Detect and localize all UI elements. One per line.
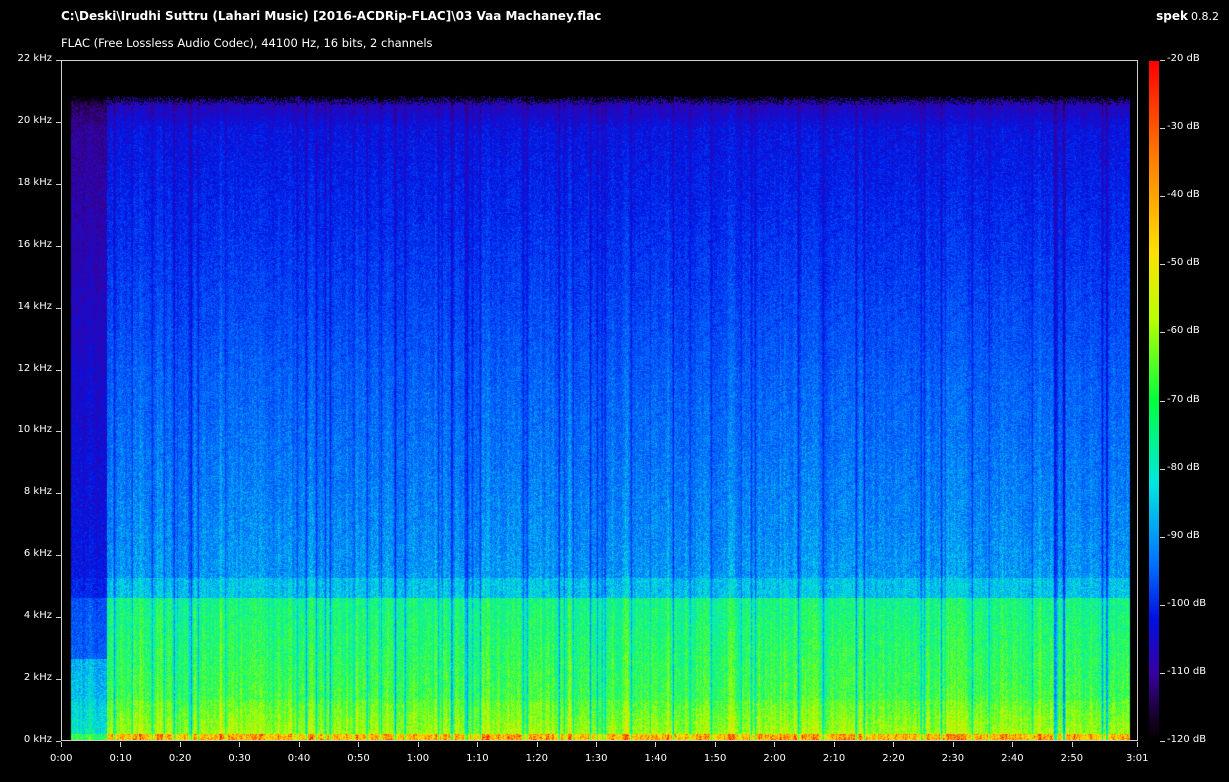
app-version: 0.8.2 xyxy=(1191,10,1219,23)
db-tick xyxy=(1160,264,1165,266)
frequency-tick xyxy=(56,493,61,495)
frequency-tick-label: 10 kHz xyxy=(17,424,52,436)
db-color-scale xyxy=(1149,61,1159,741)
db-tick xyxy=(1160,604,1165,606)
db-tick-label: -90 dB xyxy=(1167,529,1200,541)
db-tick xyxy=(1160,536,1165,538)
db-tick-label: -120 dB xyxy=(1167,734,1207,745)
db-tick xyxy=(1160,60,1165,61)
time-tick-label: 0:30 xyxy=(228,753,251,764)
frequency-tick-label: 12 kHz xyxy=(17,362,52,374)
time-tick xyxy=(893,742,895,747)
time-tick xyxy=(477,742,479,747)
format-info: FLAC (Free Lossless Audio Codec), 44100 … xyxy=(61,36,433,50)
time-tick-label: 0:00 xyxy=(50,753,73,764)
time-tick xyxy=(1137,742,1138,747)
db-tick-label: -30 dB xyxy=(1167,121,1200,133)
time-tick-label: 2:10 xyxy=(822,753,846,764)
time-tick xyxy=(952,742,954,747)
app-name: spek xyxy=(1156,9,1188,23)
frequency-tick-label: 14 kHz xyxy=(17,300,52,312)
time-tick xyxy=(833,742,835,747)
frequency-tick xyxy=(56,369,61,371)
time-tick xyxy=(417,742,419,747)
frequency-tick-label: 2 kHz xyxy=(23,672,52,684)
db-tick xyxy=(1160,741,1165,742)
db-tick xyxy=(1160,128,1165,130)
db-tick-label: -60 dB xyxy=(1167,325,1200,337)
app-branding: spek 0.8.2 xyxy=(1156,9,1219,23)
frequency-tick xyxy=(56,307,61,309)
time-tick-label: 0:20 xyxy=(168,753,192,764)
frequency-tick-label: 8 kHz xyxy=(23,486,52,498)
frequency-tick-label: 20 kHz xyxy=(17,114,52,126)
db-tick-label: -100 dB xyxy=(1167,597,1207,609)
frequency-tick-label: 22 kHz xyxy=(17,53,52,64)
frequency-tick-label: 4 kHz xyxy=(23,610,52,622)
time-tick-label: 2:50 xyxy=(1060,753,1084,764)
time-tick-label: 0:50 xyxy=(347,753,370,764)
frequency-tick xyxy=(56,60,61,61)
time-tick xyxy=(774,742,776,747)
time-tick-label: 1:20 xyxy=(525,753,549,764)
time-tick-label: 2:20 xyxy=(882,753,905,764)
db-tick-label: -40 dB xyxy=(1167,189,1200,201)
time-tick xyxy=(1071,742,1073,747)
frequency-tick xyxy=(56,183,61,185)
frequency-tick xyxy=(56,679,61,681)
time-tick xyxy=(120,742,122,747)
frequency-tick xyxy=(56,617,61,619)
time-tick xyxy=(1012,742,1014,747)
time-tick-label: 1:40 xyxy=(644,753,667,764)
db-tick-label: -50 dB xyxy=(1167,257,1200,269)
time-tick xyxy=(655,742,657,747)
time-tick-label: 2:40 xyxy=(1001,753,1024,764)
file-path-title: C:\Deski\Irudhi Suttru (Lahari Music) [2… xyxy=(61,9,602,23)
db-tick xyxy=(1160,196,1165,198)
spectrogram-frame xyxy=(61,60,1138,741)
frequency-tick xyxy=(56,555,61,557)
frequency-tick-label: 0 kHz xyxy=(23,734,52,745)
frequency-tick xyxy=(56,245,61,247)
time-tick-label: 3:01 xyxy=(1126,753,1149,764)
time-tick xyxy=(714,742,716,747)
time-tick xyxy=(358,742,360,747)
time-tick xyxy=(239,742,241,747)
time-tick-label: 1:30 xyxy=(585,753,608,764)
db-tick-label: -110 dB xyxy=(1167,665,1207,677)
frequency-tick-label: 6 kHz xyxy=(23,548,52,560)
frequency-tick-label: 18 kHz xyxy=(17,176,52,188)
time-tick-label: 1:10 xyxy=(466,753,489,764)
db-tick xyxy=(1160,672,1165,674)
time-tick-label: 2:00 xyxy=(763,753,786,764)
time-tick xyxy=(596,742,598,747)
db-tick xyxy=(1160,332,1165,334)
time-tick-label: 0:40 xyxy=(287,753,311,764)
frequency-tick xyxy=(56,431,61,433)
db-tick-label: -20 dB xyxy=(1167,53,1200,64)
time-tick xyxy=(61,742,62,747)
time-tick-label: 2:30 xyxy=(941,753,965,764)
time-tick-label: 0:10 xyxy=(109,753,132,764)
time-tick xyxy=(179,742,181,747)
db-tick-label: -80 dB xyxy=(1167,461,1200,473)
time-tick-label: 1:00 xyxy=(406,753,430,764)
db-tick xyxy=(1160,400,1165,402)
db-tick xyxy=(1160,468,1165,470)
frequency-tick xyxy=(56,121,61,123)
time-tick-label: 1:50 xyxy=(703,753,727,764)
time-tick xyxy=(298,742,300,747)
frequency-tick-label: 16 kHz xyxy=(17,238,52,250)
time-tick xyxy=(536,742,538,747)
db-tick-label: -70 dB xyxy=(1167,393,1200,405)
